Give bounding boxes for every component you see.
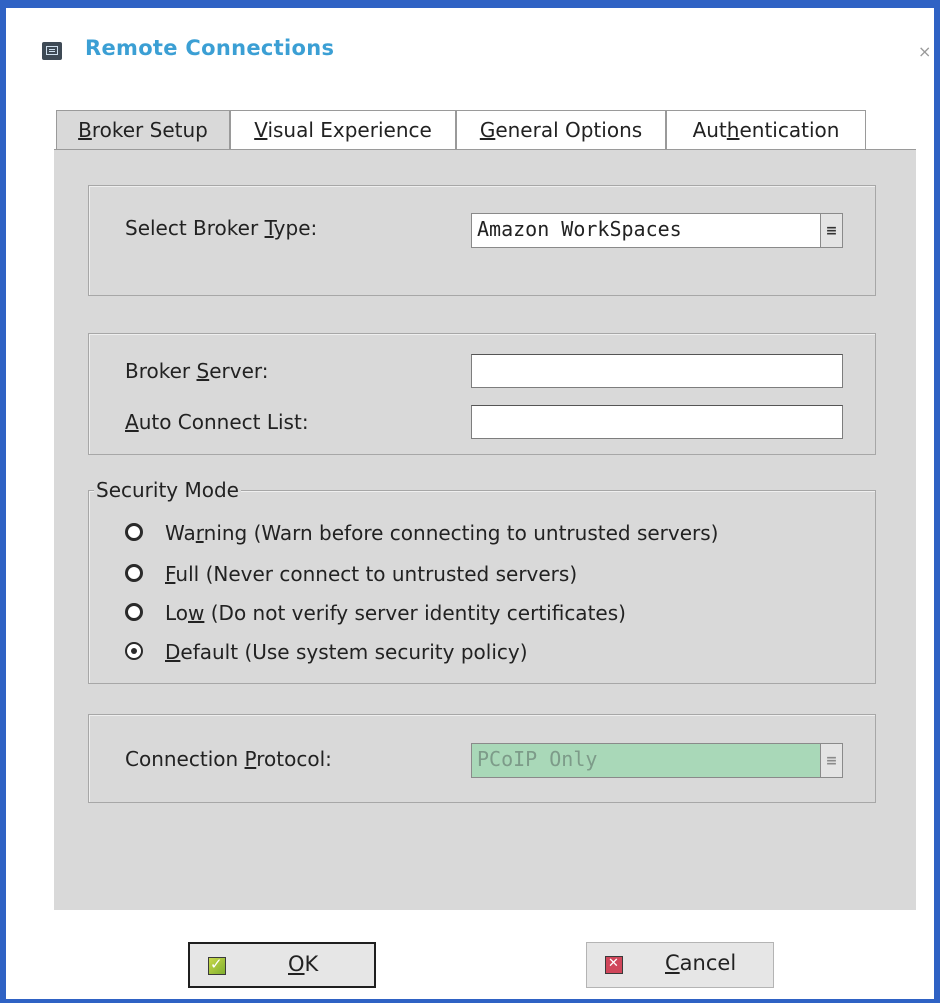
broker-type-value: Amazon WorkSpaces <box>477 217 682 241</box>
broker-server-label: Broker Server: <box>125 359 269 383</box>
radio-button[interactable] <box>125 523 143 541</box>
tab-broker-setup[interactable]: Broker Setup <box>56 110 230 151</box>
broker-server-input[interactable] <box>471 354 843 388</box>
window-title: Remote Connections <box>85 36 335 60</box>
connection-protocol-label: Connection Protocol: <box>125 747 332 771</box>
dropdown-arrow-icon[interactable]: ≡ <box>820 214 842 247</box>
tab-authentication[interactable]: Authentication <box>666 110 866 150</box>
ok-button[interactable]: OK <box>188 942 376 988</box>
broker-type-label: Select Broker Type: <box>125 216 318 240</box>
security-mode-legend: Security Mode <box>94 478 241 502</box>
auto-connect-label: Auto Connect List: <box>125 410 309 434</box>
cancel-icon <box>605 956 623 974</box>
connection-protocol-select: PCoIP Only ≡ <box>471 743 843 778</box>
connection-protocol-value: PCoIP Only <box>477 747 598 771</box>
close-icon[interactable]: × <box>918 44 931 60</box>
dropdown-arrow-icon: ≡ <box>820 744 842 777</box>
app-window-icon <box>42 42 62 60</box>
tab-general-options[interactable]: General Options <box>456 110 666 150</box>
tab-visual-experience[interactable]: Visual Experience <box>230 110 456 150</box>
radio-button-selected[interactable] <box>125 642 143 660</box>
dialog-window: Remote Connections × Broker Setup Visual… <box>0 0 940 1003</box>
broker-type-select[interactable]: Amazon WorkSpaces ≡ <box>471 213 843 248</box>
radio-button[interactable] <box>125 603 143 621</box>
auto-connect-input[interactable] <box>471 405 843 439</box>
check-icon <box>208 955 226 975</box>
cancel-button[interactable]: Cancel <box>586 942 774 988</box>
radio-button[interactable] <box>125 564 143 582</box>
